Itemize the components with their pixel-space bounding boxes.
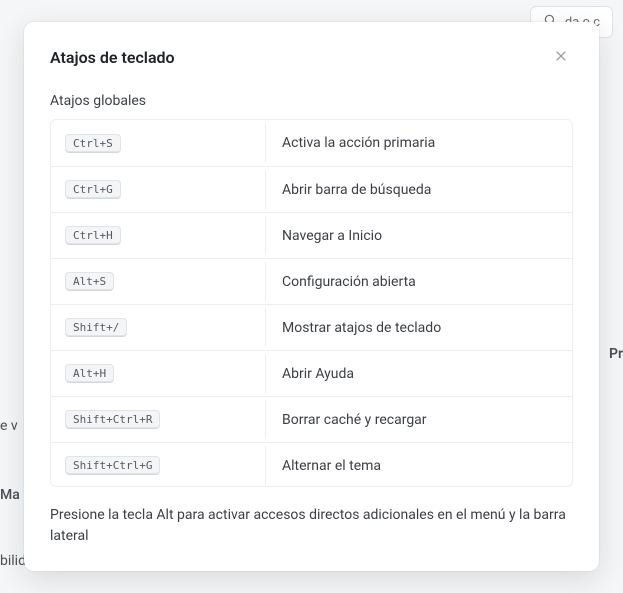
shortcut-key-cell: Shift+Ctrl+R: [51, 400, 266, 439]
shortcut-row: Alt+H Abrir Ayuda: [51, 350, 572, 396]
background-hint: bilid: [0, 553, 26, 569]
shortcut-row: Alt+S Configuración abierta: [51, 258, 572, 304]
section-title: Atajos globales: [50, 93, 573, 109]
shortcut-desc: Abrir Ayuda: [266, 356, 572, 392]
shortcut-row: Shift+/ Mostrar atajos de teclado: [51, 304, 572, 350]
dialog-title: Atajos de teclado: [50, 48, 175, 67]
shortcut-row: Shift+Ctrl+G Alternar el tema: [51, 442, 572, 487]
shortcut-row: Ctrl+G Abrir barra de búsqueda: [51, 166, 572, 212]
shortcut-desc: Activa la acción primaria: [266, 125, 572, 161]
background-hint: e v: [0, 418, 18, 434]
shortcut-key-cell: Alt+H: [51, 354, 266, 393]
background-hint: Ma: [0, 487, 20, 503]
shortcut-desc: Configuración abierta: [266, 264, 572, 300]
shortcut-key-cell: Alt+S: [51, 262, 266, 301]
dialog-footnote: Presione la tecla Alt para activar acces…: [50, 505, 573, 547]
shortcut-desc: Navegar a Inicio: [266, 218, 572, 254]
close-icon: [553, 48, 569, 67]
shortcut-desc: Abrir barra de búsqueda: [266, 172, 572, 208]
shortcut-row: Ctrl+H Navegar a Inicio: [51, 212, 572, 258]
shortcut-row: Ctrl+S Activa la acción primaria: [51, 120, 572, 166]
shortcut-key-cell: Ctrl+G: [51, 170, 266, 209]
key-label: Ctrl+H: [65, 226, 121, 245]
key-label: Ctrl+S: [65, 134, 121, 153]
shortcut-key-cell: Shift+/: [51, 308, 266, 347]
shortcut-desc: Mostrar atajos de teclado: [266, 310, 572, 346]
shortcut-key-cell: Ctrl+H: [51, 216, 266, 255]
shortcut-row: Shift+Ctrl+R Borrar caché y recargar: [51, 396, 572, 442]
shortcut-key-cell: Ctrl+S: [51, 124, 266, 163]
shortcut-key-cell: Shift+Ctrl+G: [51, 446, 266, 485]
key-label: Ctrl+G: [65, 180, 121, 199]
key-label: Shift+Ctrl+R: [65, 410, 160, 429]
key-label: Shift+Ctrl+G: [65, 456, 160, 475]
key-label: Alt+H: [65, 364, 114, 383]
key-label: Alt+S: [65, 272, 114, 291]
dialog-header: Atajos de teclado: [50, 44, 573, 71]
shortcuts-table: Ctrl+S Activa la acción primaria Ctrl+G …: [50, 119, 573, 487]
shortcut-desc: Borrar caché y recargar: [266, 402, 572, 438]
key-label: Shift+/: [65, 318, 127, 337]
close-button[interactable]: [549, 44, 573, 71]
shortcut-desc: Alternar el tema: [266, 448, 572, 484]
background-hint: Pr: [609, 346, 623, 362]
keyboard-shortcuts-dialog: Atajos de teclado Atajos globales Ctrl+S…: [24, 22, 599, 571]
